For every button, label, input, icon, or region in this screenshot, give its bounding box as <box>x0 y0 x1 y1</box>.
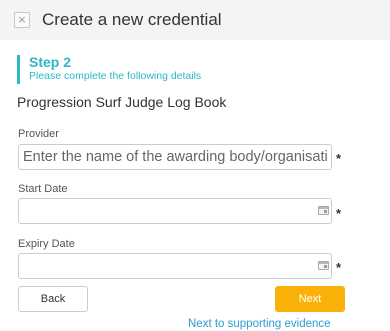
expiry-date-label: Expiry Date <box>18 238 75 250</box>
start-date-input[interactable] <box>18 198 332 224</box>
expiry-date-input[interactable] <box>18 253 332 279</box>
expiry-date-required-marker: * <box>336 260 342 275</box>
step-indicator: Step 2 Please complete the following det… <box>17 55 201 84</box>
dialog-header: × Create a new credential <box>0 0 390 40</box>
back-button[interactable]: Back <box>18 286 88 312</box>
next-to-supporting-evidence-link[interactable]: Next to supporting evidence <box>188 318 331 330</box>
calendar-icon[interactable] <box>318 261 329 270</box>
start-date-required-marker: * <box>336 206 342 221</box>
calendar-icon[interactable] <box>318 206 329 215</box>
provider-input[interactable] <box>18 144 332 170</box>
provider-required-marker: * <box>336 151 342 166</box>
step-label: Step 2 <box>29 54 72 70</box>
next-button[interactable]: Next <box>275 286 345 312</box>
provider-label: Provider <box>18 128 59 140</box>
dialog-title: Create a new credential <box>42 10 222 29</box>
close-icon[interactable]: × <box>14 12 30 28</box>
credential-name: Progression Surf Judge Log Book <box>17 94 227 110</box>
start-date-label: Start Date <box>18 183 68 195</box>
step-subtitle: Please complete the following details <box>29 70 202 82</box>
